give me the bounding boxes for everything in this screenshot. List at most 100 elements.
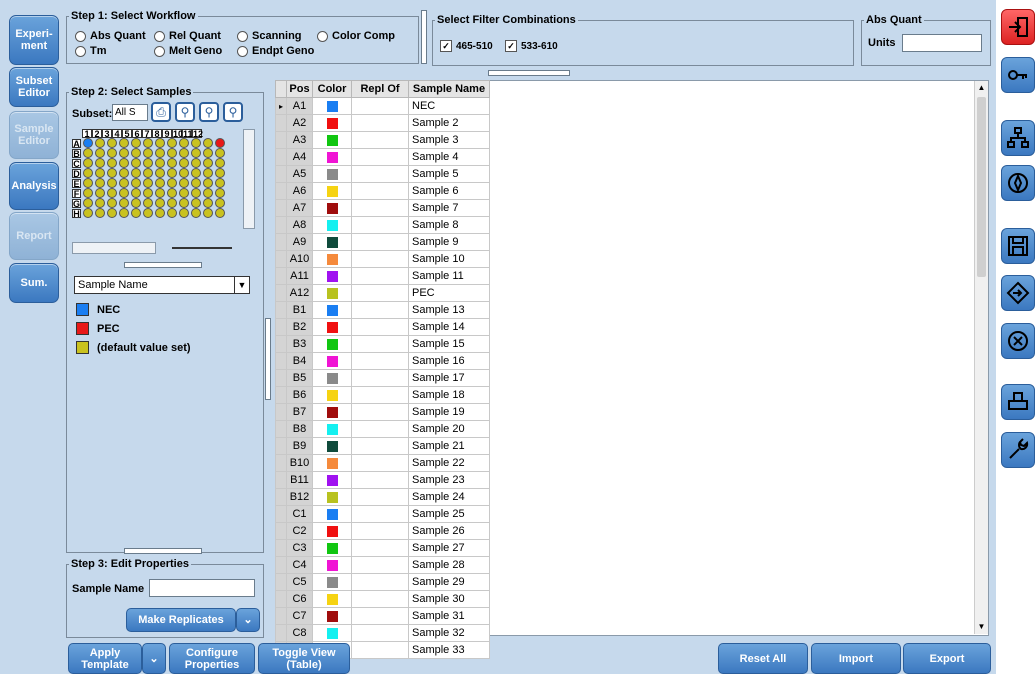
plate-well[interactable] — [131, 178, 141, 188]
cell-sample-name[interactable]: Sample 11 — [408, 267, 490, 285]
cell-color[interactable] — [312, 403, 352, 421]
cell-sample-name[interactable]: Sample 31 — [408, 607, 490, 625]
cell-pos[interactable]: A1 — [286, 97, 313, 115]
cell-sample-name[interactable]: Sample 9 — [408, 233, 490, 251]
cell-color[interactable] — [312, 539, 352, 557]
plate-well[interactable] — [167, 148, 177, 158]
reset-all-button[interactable]: Reset All — [718, 643, 808, 674]
cell-color[interactable] — [312, 471, 352, 489]
row-selector[interactable] — [275, 522, 287, 540]
plate-col-header[interactable]: 5 — [122, 129, 132, 139]
cell-sample-name[interactable]: Sample 18 — [408, 386, 490, 404]
plate-well[interactable] — [191, 168, 201, 178]
cell-color[interactable] — [312, 267, 352, 285]
table-row[interactable]: B8 Sample 20 — [275, 420, 490, 438]
cell-color[interactable] — [312, 114, 352, 132]
row-selector[interactable] — [275, 233, 287, 251]
cancel-icon[interactable] — [1001, 323, 1035, 359]
plate-well[interactable] — [155, 188, 165, 198]
cell-pos[interactable]: A8 — [286, 216, 313, 234]
exit-icon[interactable] — [1001, 9, 1035, 45]
horizontal-splitter-handle[interactable] — [488, 70, 570, 76]
plate-well[interactable] — [191, 188, 201, 198]
cell-repl-of[interactable] — [351, 148, 409, 166]
plate-well[interactable] — [191, 178, 201, 188]
plate-zoom-slider[interactable] — [172, 243, 232, 253]
plate-well[interactable] — [119, 208, 129, 218]
plate-well[interactable] — [143, 158, 153, 168]
cell-sample-name[interactable]: Sample 15 — [408, 335, 490, 353]
plate-well[interactable] — [179, 138, 189, 148]
cell-repl-of[interactable] — [351, 335, 409, 353]
compass-icon[interactable] — [1001, 165, 1035, 201]
plate-well[interactable] — [191, 198, 201, 208]
plate-well[interactable] — [155, 208, 165, 218]
plate-well[interactable] — [203, 178, 213, 188]
plate-well[interactable] — [191, 138, 201, 148]
plate-well[interactable] — [107, 138, 117, 148]
tools-icon[interactable] — [1001, 432, 1035, 468]
cell-repl-of[interactable] — [351, 454, 409, 472]
plate-col-header[interactable]: 11 — [182, 129, 193, 139]
plate-well[interactable] — [95, 208, 105, 218]
cell-color[interactable] — [312, 335, 352, 353]
cell-pos[interactable]: C8 — [286, 624, 313, 642]
cell-sample-name[interactable]: Sample 33 — [408, 641, 490, 659]
cell-pos[interactable]: A6 — [286, 182, 313, 200]
cell-repl-of[interactable] — [351, 267, 409, 285]
table-row[interactable]: B12 Sample 24 — [275, 488, 490, 506]
cell-pos[interactable]: A4 — [286, 148, 313, 166]
plate-well[interactable] — [131, 168, 141, 178]
plate-col-header[interactable]: 10 — [172, 129, 183, 139]
make-replicates-button[interactable]: Make Replicates — [126, 608, 236, 632]
cell-repl-of[interactable] — [351, 284, 409, 302]
cell-repl-of[interactable] — [351, 131, 409, 149]
workflow-radio-melt-geno[interactable]: Melt Geno — [154, 45, 222, 57]
cell-sample-name[interactable]: Sample 26 — [408, 522, 490, 540]
plate-col-header[interactable]: 8 — [152, 129, 162, 139]
cell-color[interactable] — [312, 590, 352, 608]
plate-well[interactable] — [155, 158, 165, 168]
table-row[interactable]: B2 Sample 14 — [275, 318, 490, 336]
cell-pos[interactable]: B8 — [286, 420, 313, 438]
cell-repl-of[interactable] — [351, 590, 409, 608]
cell-sample-name[interactable]: Sample 2 — [408, 114, 490, 132]
cell-sample-name[interactable]: Sample 24 — [408, 488, 490, 506]
cell-pos[interactable]: A11 — [286, 267, 313, 285]
plate-well[interactable] — [215, 158, 225, 168]
plate-well[interactable] — [119, 138, 129, 148]
plate-well[interactable] — [179, 148, 189, 158]
cell-color[interactable] — [312, 165, 352, 183]
plate-well[interactable] — [119, 158, 129, 168]
row-selector[interactable] — [275, 267, 287, 285]
cell-repl-of[interactable] — [351, 505, 409, 523]
row-selector[interactable] — [275, 386, 287, 404]
table-row[interactable]: A5 Sample 5 — [275, 165, 490, 183]
cell-repl-of[interactable] — [351, 641, 409, 659]
row-selector[interactable] — [275, 199, 287, 217]
workflow-radio-rel-quant[interactable]: Rel Quant — [154, 30, 221, 42]
vertical-splitter-handle[interactable] — [265, 318, 271, 400]
table-vertical-scrollbar[interactable]: ▲ ▼ — [974, 81, 988, 634]
plate-well[interactable] — [83, 188, 93, 198]
cell-color[interactable] — [312, 556, 352, 574]
cell-pos[interactable]: C1 — [286, 505, 313, 523]
plate-well[interactable] — [95, 158, 105, 168]
plate-well[interactable] — [83, 178, 93, 188]
row-selector[interactable] — [275, 301, 287, 319]
configure-properties-button[interactable]: Configure Properties — [169, 643, 255, 674]
plate-well[interactable] — [95, 148, 105, 158]
plate-well[interactable] — [131, 138, 141, 148]
cell-color[interactable] — [312, 250, 352, 268]
cell-repl-of[interactable] — [351, 556, 409, 574]
plate-well[interactable] — [83, 158, 93, 168]
cell-repl-of[interactable] — [351, 165, 409, 183]
table-row[interactable]: B3 Sample 15 — [275, 335, 490, 353]
scrollbar-thumb[interactable] — [977, 97, 986, 277]
cell-color[interactable] — [312, 624, 352, 642]
plate-well[interactable] — [83, 208, 93, 218]
table-row[interactable]: ▸ A1 NEC — [275, 97, 490, 115]
row-selector[interactable] — [275, 182, 287, 200]
cell-repl-of[interactable] — [351, 437, 409, 455]
table-row[interactable]: C5 Sample 29 — [275, 573, 490, 591]
